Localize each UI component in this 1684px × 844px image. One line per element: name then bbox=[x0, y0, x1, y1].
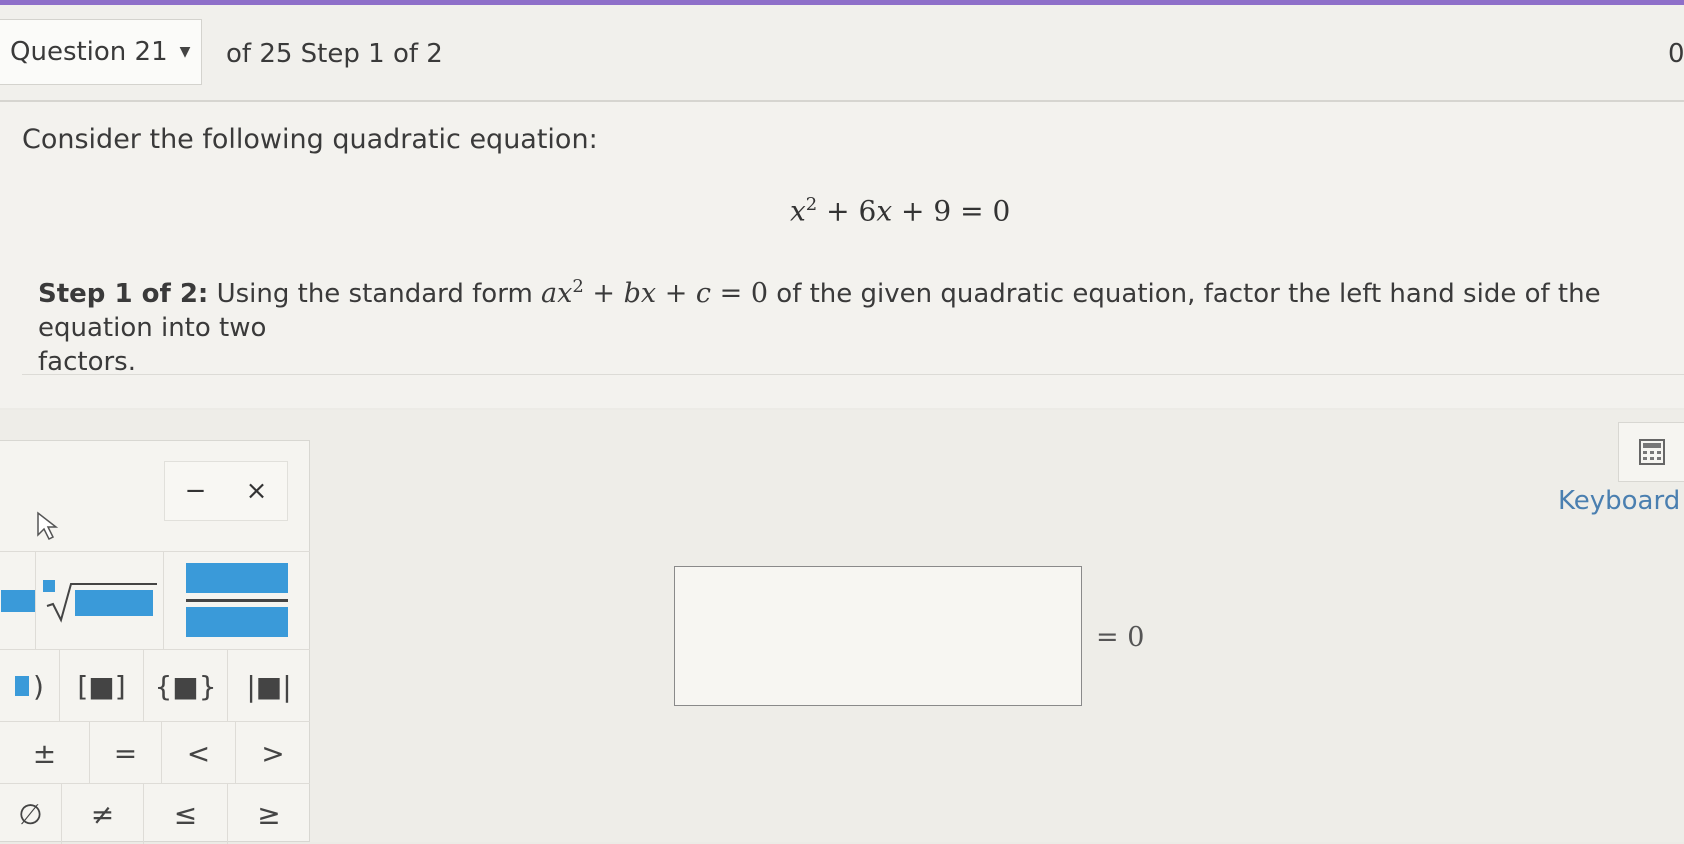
quadratic-equation: x2 + 6x + 9 = 0 bbox=[790, 194, 1011, 228]
palette-row-sets: ∅ ≠ ≤ ≥ bbox=[0, 783, 310, 844]
standard-form: ax2 + bx + c = 0 bbox=[541, 276, 769, 309]
fraction-icon bbox=[186, 563, 288, 637]
palette-curly-braces-button[interactable]: {■} bbox=[144, 650, 228, 722]
palette-greater-than-button[interactable]: > bbox=[236, 722, 310, 784]
nth-root-icon bbox=[42, 580, 157, 623]
palette-less-equal-button[interactable]: ≤ bbox=[144, 784, 228, 844]
answer-input-box[interactable] bbox=[674, 566, 1082, 706]
palette-plus-minus-button[interactable]: ± bbox=[0, 722, 90, 784]
palette-greater-equal-button[interactable]: ≥ bbox=[228, 784, 310, 844]
calculator-button[interactable] bbox=[1618, 422, 1684, 482]
palette-absolute-value-button[interactable]: |■| bbox=[228, 650, 310, 722]
palette-row-relations: ± = < > bbox=[0, 721, 310, 784]
corner-text: 0 bbox=[1668, 39, 1684, 69]
palette-superscript-button[interactable] bbox=[0, 552, 36, 650]
palette-less-than-button[interactable]: < bbox=[162, 722, 236, 784]
question-panel: Consider the following quadratic equatio… bbox=[0, 102, 1684, 408]
question-selector[interactable]: Question 21 ▼ bbox=[0, 19, 202, 85]
math-palette: − × ) [■] {■} |■| ± = < > ∅ ≠ ≤ ≥ bbox=[0, 440, 310, 844]
palette-parentheses-button[interactable]: ) bbox=[0, 650, 60, 722]
question-prompt: Consider the following quadratic equatio… bbox=[22, 124, 598, 155]
palette-not-equal-button[interactable]: ≠ bbox=[62, 784, 144, 844]
calculator-icon bbox=[1638, 439, 1665, 465]
question-header: Question 21 ▼ of 25 Step 1 of 2 0 bbox=[0, 5, 1684, 102]
equals-zero-text: = 0 bbox=[1096, 622, 1145, 653]
palette-window-controls: − × bbox=[164, 461, 288, 521]
dropdown-caret-icon: ▼ bbox=[179, 44, 191, 60]
palette-fraction-button[interactable] bbox=[164, 552, 310, 650]
panel-divider bbox=[22, 374, 1684, 375]
progress-text: of 25 Step 1 of 2 bbox=[226, 39, 443, 69]
step-label: Step 1 of 2: bbox=[38, 279, 209, 309]
close-palette-button[interactable]: × bbox=[246, 476, 268, 506]
keyboard-shortcuts-link[interactable]: Keyboard S bbox=[1558, 486, 1684, 516]
minimize-button[interactable]: − bbox=[185, 476, 207, 506]
palette-nth-root-button[interactable] bbox=[36, 552, 164, 650]
step-instructions: Step 1 of 2: Using the standard form ax2… bbox=[38, 276, 1601, 377]
palette-empty-set-button[interactable]: ∅ bbox=[0, 784, 62, 844]
palette-row-templates bbox=[0, 551, 310, 650]
palette-square-brackets-button[interactable]: [■] bbox=[60, 650, 144, 722]
question-selector-label: Question 21 bbox=[10, 37, 168, 67]
palette-equals-button[interactable]: = bbox=[90, 722, 162, 784]
mouse-cursor-icon bbox=[37, 511, 59, 541]
palette-row-brackets: ) [■] {■} |■| bbox=[0, 649, 310, 722]
